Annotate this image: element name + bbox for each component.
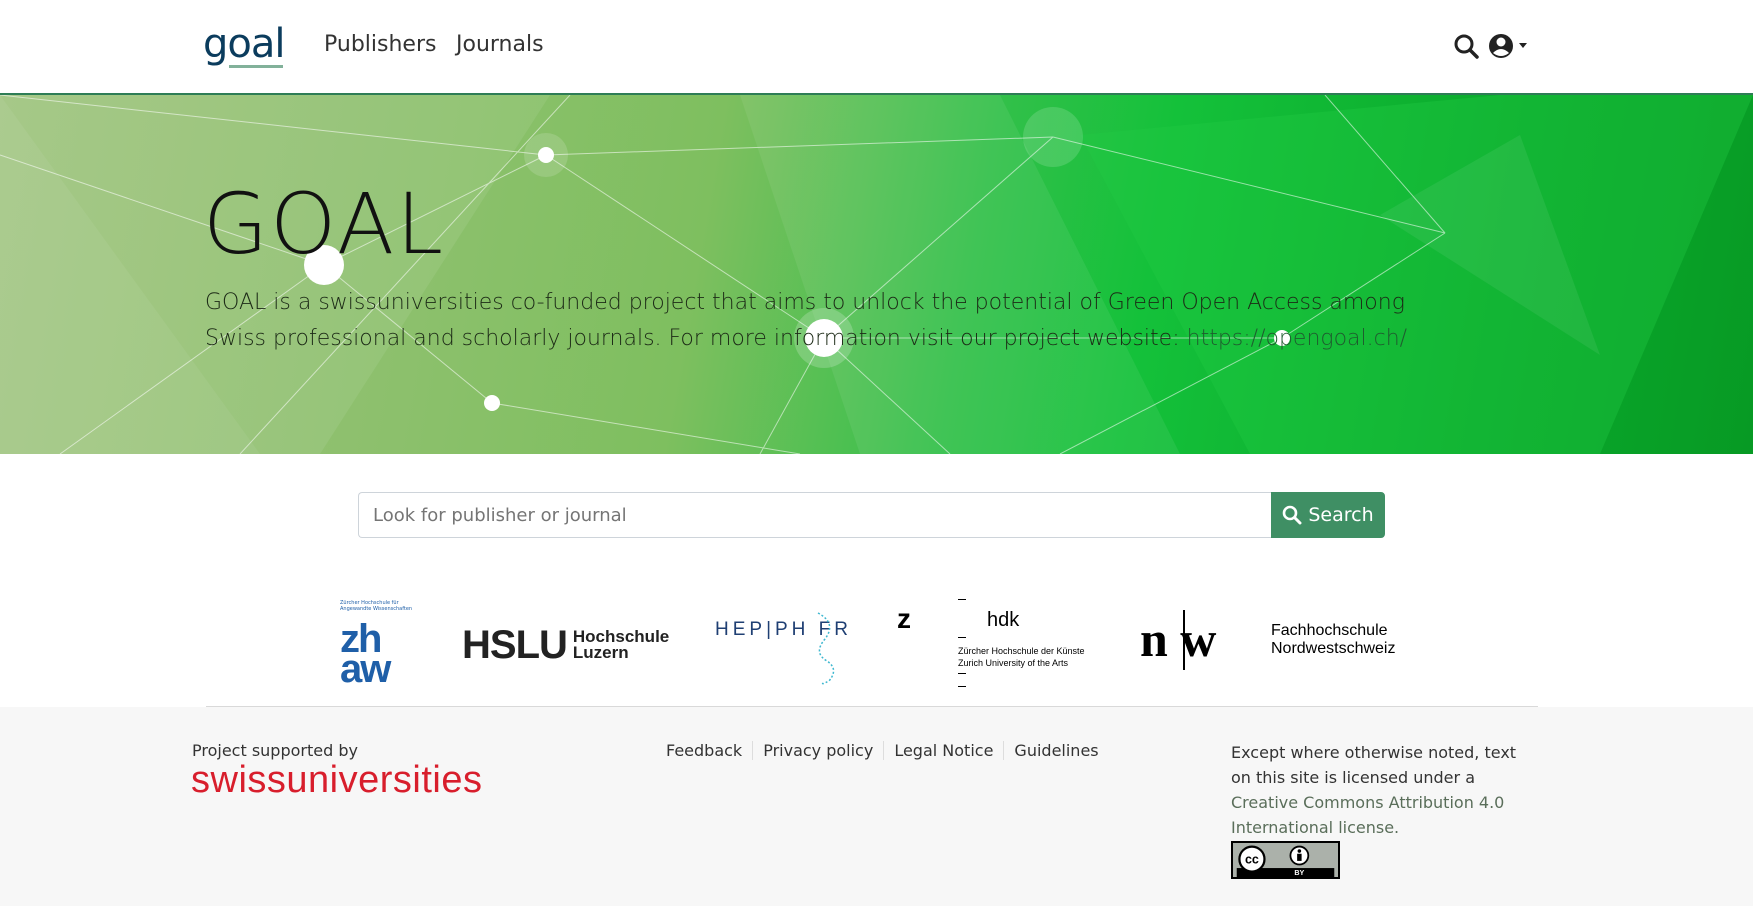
zhaw-logo-subtitle: Zürcher Hochschule für Angewandte Wissen… [340,600,413,612]
fhnw-logo-mark: n w [1140,611,1217,667]
hep-logo-wave [817,612,835,685]
hep-ph-fr-logo[interactable]: HEP|PH FR [715,605,855,685]
partner-logos: Zürcher Hochschule für Angewandte Wissen… [0,595,1753,691]
hero-network-background [0,95,1753,454]
license-link[interactable]: Creative Commons Attribution 4.0 Interna… [1231,793,1504,837]
search-icon [1283,505,1302,525]
hero-title: GOAL [203,175,445,273]
supported-by-label: Project supported by [192,741,358,760]
zhdk-logo-name: hdk [987,609,1020,631]
hslu-logo[interactable]: HSLU Hochschule Luzern [462,622,672,667]
footer: Project supported by swissuniversities F… [0,707,1753,906]
fhnw-logo[interactable]: n w Fachhochschule Nordwestschweiz [1140,610,1410,675]
hero-description: GOAL is a swissuniversities co-funded pr… [205,285,1445,357]
nav-journals-link[interactable]: Journals [456,32,544,57]
zhaw-logo[interactable]: Zürcher Hochschule für Angewandte Wissen… [340,600,415,691]
search-button[interactable]: Search [1271,492,1385,538]
zhaw-logo-text: zh aw [340,617,391,691]
footer-link-guidelines[interactable]: Guidelines [1003,741,1108,760]
zhdk-logo-rule [958,686,966,687]
logo-underline [229,65,283,68]
footer-link-feedback[interactable]: Feedback [666,741,752,760]
swissuniversities-logo[interactable]: swissuniversities [191,759,482,802]
fhnw-logo-name: Fachhochschule Nordwestschweiz [1271,622,1395,658]
fhnw-logo-bar [1183,610,1185,670]
footer-links: Feedback Privacy policy Legal Notice Gui… [666,741,1109,760]
nav-publishers-link[interactable]: Publishers [324,32,436,57]
zhdk-logo-subtitle-en: Zurich University of the Arts [958,658,1069,668]
license-notice: Except where otherwise noted, text on th… [1231,740,1521,840]
zhdk-logo-rule [958,599,966,600]
hslu-logo-text: HSLU [462,622,568,667]
chevron-down-icon [1519,43,1527,48]
search-icon[interactable] [1453,33,1479,59]
zhdk-logo-subtitle-de: Zürcher Hochschule der Künste [958,646,1085,656]
hero-banner: GOAL GOAL is a swissuniversities co-fund… [0,95,1753,454]
fhnw-logo-line2: Nordwestschweiz [1271,640,1396,657]
zhdk-logo[interactable]: z hdk Zürcher Hochschule der Künste Zuri… [895,595,1095,687]
project-website-link[interactable]: https://opengoal.ch/ [1187,326,1407,351]
search-button-label: Search [1308,504,1374,526]
svg-text:cc: cc [1245,853,1259,867]
footer-link-privacy-policy[interactable]: Privacy policy [752,741,883,760]
user-menu-icon[interactable] [1488,32,1532,60]
navbar: goal Publishers Journals [0,0,1753,95]
svg-text:BY: BY [1294,869,1304,877]
zhdk-logo-subtitle: Zürcher Hochschule der Künste Zurich Uni… [958,645,1085,669]
logo-text: goal [203,21,285,67]
zhdk-logo-z: z [897,603,911,634]
goal-logo[interactable]: goal [203,21,285,72]
zhdk-logo-rule [958,637,966,638]
cc-by-badge[interactable]: cc BY [1231,841,1340,879]
zhdk-logo-rule [958,673,966,674]
fhnw-logo-line1: Fachhochschule [1271,622,1388,639]
search-bar: Search [358,492,1385,538]
license-text: Except where otherwise noted, text on th… [1231,743,1517,787]
search-input[interactable] [358,492,1271,538]
hslu-logo-line2: Luzern [572,643,629,662]
footer-link-legal-notice[interactable]: Legal Notice [883,741,1003,760]
hslu-logo-subtitle: Hochschule Luzern [572,628,669,662]
